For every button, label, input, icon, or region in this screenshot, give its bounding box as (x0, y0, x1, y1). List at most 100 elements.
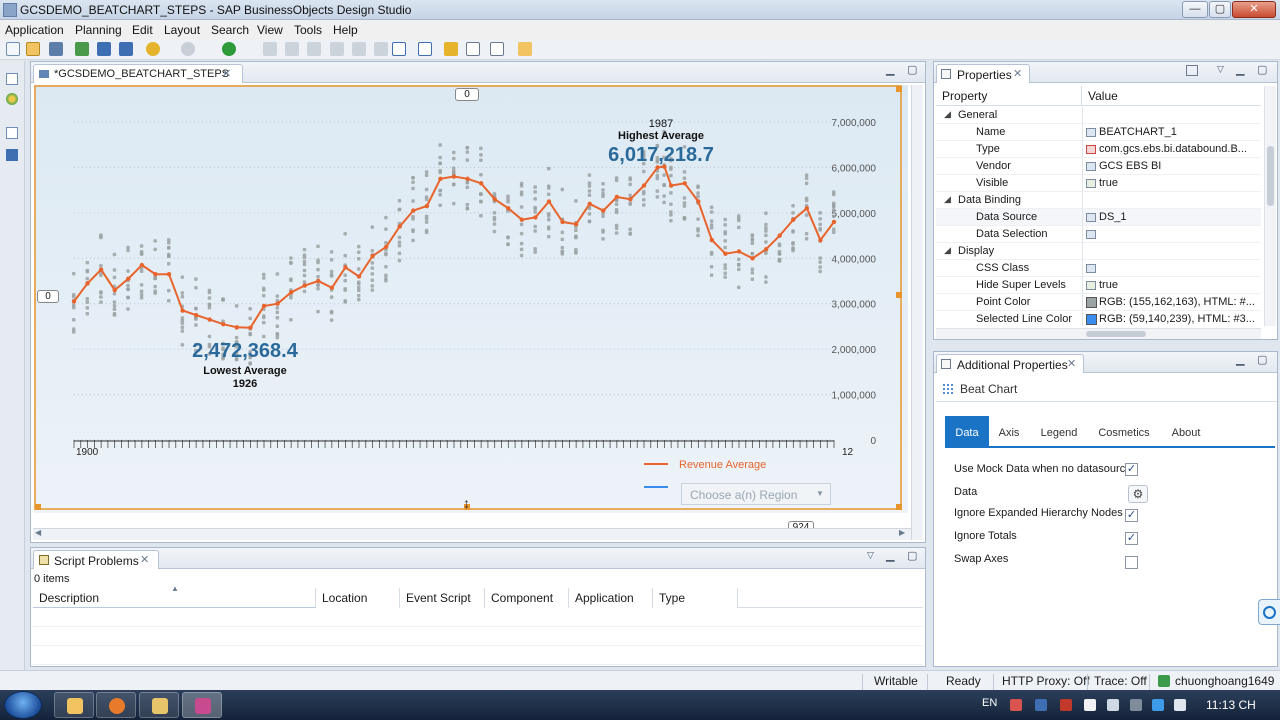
taskbar-folder[interactable] (139, 692, 179, 718)
prop-css-class[interactable]: CSS Class (936, 260, 1261, 277)
col-type[interactable]: Type (653, 588, 738, 608)
menu-tools[interactable]: Tools (294, 23, 322, 37)
align-center-icon[interactable] (285, 42, 299, 56)
prop-data-selection[interactable]: Data Selection (936, 226, 1261, 243)
view-menu-icon[interactable]: ▽ (1217, 64, 1224, 75)
new-icon[interactable] (6, 42, 20, 56)
helper-tab[interactable] (1258, 599, 1280, 625)
design-canvas[interactable]: 7,000,000 6,000,000 5,000,000 4,000,000 3,00… (34, 85, 908, 534)
add-datasource-icon[interactable] (75, 42, 89, 56)
close-button[interactable]: ✕ (1232, 1, 1276, 18)
editor-tab[interactable]: *GCSDEMO_BEATCHART_STEPS ✕ (33, 64, 243, 83)
taskbar-explorer[interactable] (54, 692, 94, 718)
region-select[interactable]: Choose a(n) Region ▼ (681, 483, 831, 505)
data-settings-button[interactable]: ⚙ (1128, 485, 1148, 503)
minimize-icon[interactable]: ▁ (886, 63, 894, 76)
prop-hide-super-levels[interactable]: Hide Super Levels true (936, 277, 1261, 294)
tray-display-icon[interactable] (1107, 699, 1119, 711)
col-component[interactable]: Component (485, 588, 569, 608)
prop-name[interactable]: Name BEATCHART_1 (936, 124, 1261, 141)
properties-horizontal-scrollbar[interactable] (936, 328, 1261, 339)
beat-chart[interactable]: 7,000,000 6,000,000 5,000,000 4,000,000 3,00… (34, 85, 908, 513)
align-left-icon[interactable] (263, 42, 277, 56)
prop-selected-line-color[interactable]: Selected Line Color RGB: (59,140,239), H… (936, 311, 1261, 326)
open-folder-icon[interactable] (26, 42, 40, 56)
tab-about[interactable]: About (1159, 416, 1213, 448)
additional-properties-tab[interactable]: Additional Properties ✕ (936, 354, 1084, 373)
tray-wifi-icon[interactable] (1152, 699, 1164, 711)
outline-icon[interactable] (6, 149, 18, 161)
align-right-icon[interactable] (307, 42, 321, 56)
menu-application[interactable]: Application (5, 23, 64, 37)
export-icon[interactable] (518, 42, 532, 56)
components-icon[interactable] (6, 93, 18, 105)
redo-icon[interactable] (181, 42, 195, 56)
fit-icon[interactable] (392, 42, 406, 56)
tab-data[interactable]: Data (945, 416, 989, 448)
prop-vendor[interactable]: Vendor GCS EBS BI (936, 158, 1261, 175)
properties-vertical-scrollbar[interactable] (1264, 86, 1276, 326)
start-button[interactable] (4, 691, 42, 719)
group-data-binding[interactable]: ◢ Data Binding (936, 192, 1261, 209)
maximize-icon[interactable]: ▢ (907, 63, 917, 76)
close-tab-icon[interactable]: ✕ (140, 553, 149, 566)
close-tab-icon[interactable]: ✕ (1067, 357, 1076, 370)
tray-security-icon[interactable] (1060, 699, 1072, 711)
maximize-button[interactable]: ▢ (1209, 1, 1231, 18)
layout-icon[interactable] (490, 42, 504, 56)
col-location[interactable]: Location (316, 588, 400, 608)
collapse-icon[interactable]: ◢ (944, 109, 951, 120)
tray-flag-icon[interactable] (1084, 699, 1096, 711)
menu-view[interactable]: View (257, 23, 283, 37)
minimize-icon[interactable]: ▁ (886, 549, 894, 562)
save-icon[interactable] (49, 42, 63, 56)
group-general[interactable]: ◢ General (936, 107, 1261, 124)
list-icon[interactable] (119, 42, 133, 56)
taskbar-design-studio[interactable] (182, 692, 222, 718)
horizontal-scrollbar[interactable]: ◀ ▶ (33, 528, 911, 540)
col-application[interactable]: Application (569, 588, 653, 608)
tab-legend[interactable]: Legend (1031, 416, 1087, 448)
tray-language[interactable]: EN (982, 697, 997, 709)
restore-outline-icon[interactable] (6, 127, 18, 139)
prop-point-color[interactable]: Point Color RGB: (155,162,163), HTML: #.… (936, 294, 1261, 311)
align-top-icon[interactable] (330, 42, 344, 56)
align-bottom-icon[interactable] (374, 42, 388, 56)
menu-layout[interactable]: Layout (164, 23, 200, 37)
scroll-thumb[interactable] (1086, 331, 1146, 337)
align-middle-icon[interactable] (352, 42, 366, 56)
tab-axis[interactable]: Axis (989, 416, 1029, 448)
taskbar-clock[interactable]: 11:13 CH (1206, 698, 1256, 712)
datasource-icon[interactable] (97, 42, 111, 56)
prop-visible[interactable]: Visible true (936, 175, 1261, 192)
tray-app-icon[interactable] (1010, 699, 1022, 711)
col-event-script[interactable]: Event Script (400, 588, 485, 608)
minimize-icon[interactable]: ▁ (1236, 63, 1244, 76)
collapse-icon[interactable]: ◢ (944, 245, 951, 256)
maximize-icon[interactable]: ▢ (1257, 63, 1267, 76)
tab-cosmetics[interactable]: Cosmetics (1093, 416, 1155, 448)
properties-tab[interactable]: Properties ✕ (936, 64, 1030, 83)
close-tab-icon[interactable]: ✕ (1013, 67, 1022, 80)
close-tab-icon[interactable]: ✕ (222, 67, 231, 80)
maximize-icon[interactable]: ▢ (1257, 353, 1267, 366)
swap-axes-checkbox[interactable] (1125, 556, 1138, 569)
group-display[interactable]: ◢ Display (936, 243, 1261, 260)
mock-data-checkbox[interactable]: ✓ (1125, 463, 1138, 476)
minimize-icon[interactable]: ▁ (1236, 353, 1244, 366)
tray-usb-icon[interactable] (1130, 699, 1142, 711)
menu-planning[interactable]: Planning (75, 23, 122, 37)
scroll-left-icon[interactable]: ◀ (35, 528, 41, 537)
restore-icon[interactable] (6, 73, 18, 85)
ignore-totals-checkbox[interactable]: ✓ (1125, 532, 1138, 545)
vertical-scrollbar[interactable] (911, 85, 923, 540)
taskbar-firefox[interactable] (96, 692, 136, 718)
pin-view-icon[interactable] (1186, 65, 1198, 76)
collapse-icon[interactable]: ◢ (944, 194, 951, 205)
scroll-thumb[interactable] (1267, 146, 1274, 206)
ignore-hierarchy-checkbox[interactable]: ✓ (1125, 509, 1138, 522)
menu-edit[interactable]: Edit (132, 23, 153, 37)
script-icon[interactable] (466, 42, 480, 56)
pin-icon[interactable] (444, 42, 458, 56)
view-menu-icon[interactable]: ▽ (867, 550, 874, 561)
